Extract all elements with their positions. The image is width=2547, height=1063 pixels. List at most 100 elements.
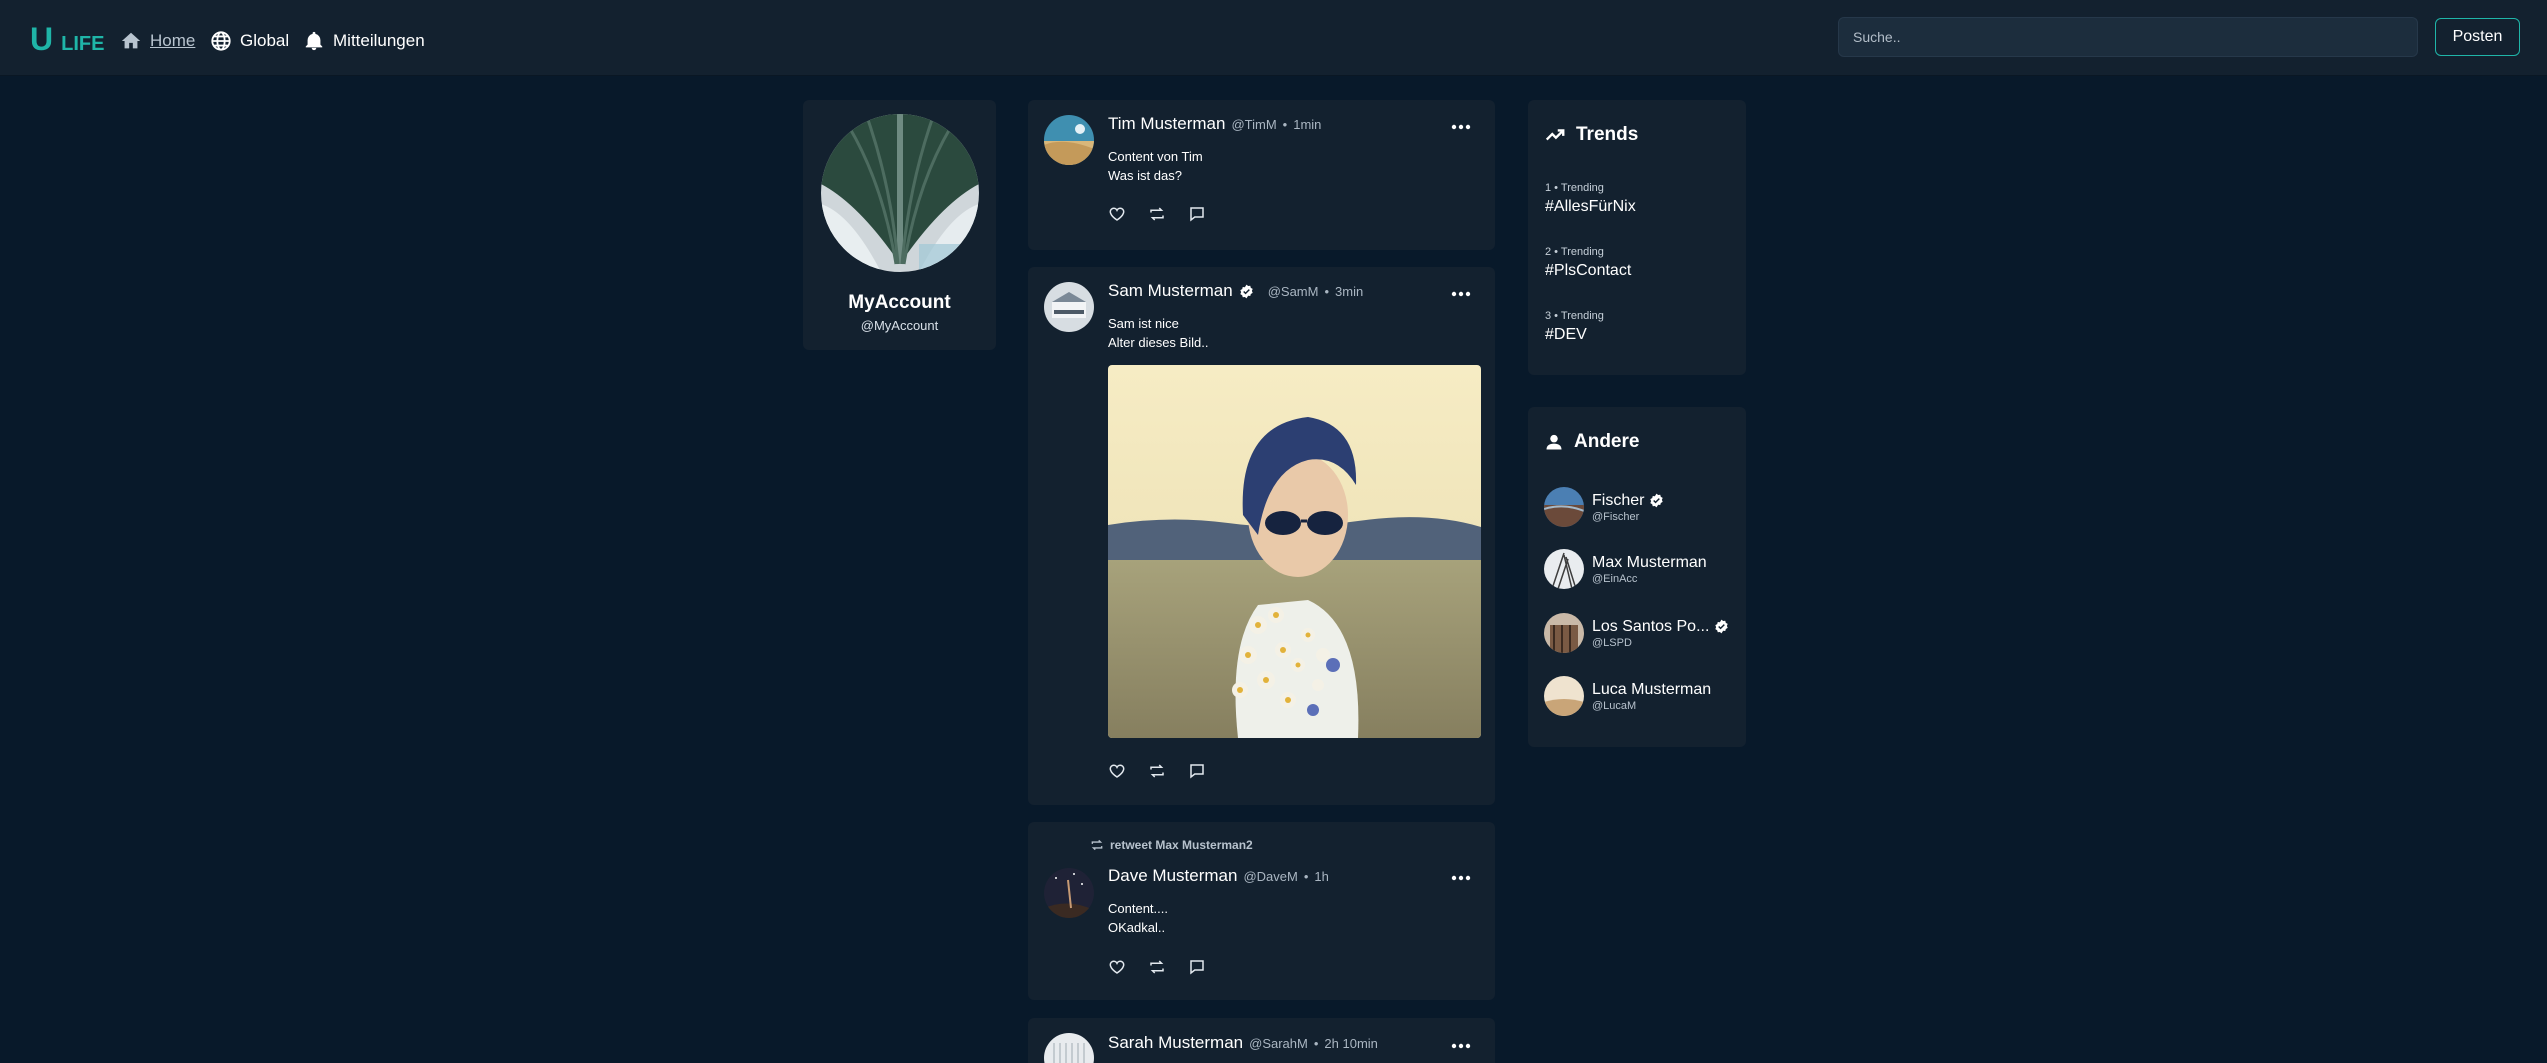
nav-notifications-label: Mitteilungen [333, 31, 425, 50]
trend-item[interactable]: 2 • Trending #PlsContact [1545, 246, 1631, 280]
logo-life: LIFE [61, 33, 105, 55]
verified-badge-icon [1649, 493, 1664, 508]
user-name: Los Santos Po... [1592, 617, 1710, 635]
home-icon [120, 30, 142, 52]
person-icon [1544, 432, 1564, 452]
separator-dot: • [1313, 1035, 1319, 1051]
retweet-label[interactable]: retweet Max Musterman2 [1110, 838, 1253, 852]
app-logo[interactable]: U LIFE [30, 22, 104, 56]
trend-item[interactable]: 3 • Trending #DEV [1545, 310, 1604, 344]
trend-tag: #DEV [1545, 326, 1587, 343]
comment-icon[interactable] [1188, 205, 1206, 223]
verified-badge-icon [1714, 619, 1729, 634]
trend-meta: 1 • Trending [1545, 182, 1604, 194]
post-author[interactable]: Tim Musterman [1108, 114, 1225, 134]
search-input[interactable] [1838, 17, 2418, 57]
top-navbar: U LIFE Home Global Mitteilungen Posten [0, 0, 2547, 76]
post-author[interactable]: Sarah Musterman [1108, 1033, 1243, 1053]
user-avatar [1544, 549, 1584, 589]
post-time: 2h 10min [1324, 1035, 1378, 1051]
comment-icon[interactable] [1188, 958, 1206, 976]
post-content: Sam ist nice Alter dieses Bild.. [1108, 314, 1208, 352]
nav-home[interactable]: Home [120, 28, 195, 54]
trends-card: Trends 1 • Trending #AllesFürNix 2 • Tre… [1528, 100, 1746, 375]
nav-home-label: Home [150, 31, 196, 50]
profile-avatar[interactable] [821, 114, 979, 272]
more-options-icon[interactable] [1449, 1039, 1473, 1053]
more-options-icon[interactable] [1449, 871, 1473, 885]
user-handle: @LucaM [1592, 699, 1637, 712]
post-time: 3min [1335, 283, 1364, 299]
separator-dot: • [1282, 116, 1288, 132]
profile-handle: @MyAccount [860, 318, 939, 333]
post-line: OKadkal.. [1108, 920, 1166, 935]
user-handle: @Fischer [1592, 510, 1640, 523]
post-content: Content.... OKadkal.. [1108, 899, 1168, 937]
post-avatar[interactable] [1044, 282, 1094, 332]
retweet-icon[interactable] [1148, 958, 1166, 976]
trend-item[interactable]: 1 • Trending #AllesFürNix [1545, 182, 1636, 216]
post-author[interactable]: Dave Musterman [1108, 866, 1237, 886]
others-title-label: Andere [1574, 431, 1640, 452]
post-header: Sam Musterman @SamM • 3min [1108, 281, 1363, 301]
user-name: Fischer [1592, 491, 1645, 509]
post-header: Tim Musterman @TimM • 1min [1108, 114, 1321, 134]
retweet-icon [1090, 838, 1104, 852]
post-content: Content von Tim Was ist das? [1108, 147, 1203, 185]
trend-tag: #PlsContact [1545, 262, 1632, 279]
profile-name[interactable]: MyAccount [803, 292, 996, 314]
user-handle: @LSPD [1592, 636, 1632, 649]
post-line: Alter dieses Bild.. [1108, 335, 1209, 350]
trend-tag: #AllesFürNix [1545, 198, 1636, 215]
post-avatar[interactable] [1044, 1033, 1094, 1063]
post-line: Content von Tim [1108, 149, 1203, 164]
user-avatar [1544, 676, 1584, 716]
user-name: Luca Musterman [1592, 680, 1712, 698]
user-name: Max Musterman [1592, 553, 1707, 571]
post-card: retweet Max Musterman2 Dave Musterman @D… [1028, 822, 1495, 1000]
like-icon[interactable] [1108, 958, 1126, 976]
retweet-icon[interactable] [1148, 205, 1166, 223]
trend-meta: 2 • Trending [1545, 246, 1604, 258]
nav-global-label: Global [240, 31, 290, 50]
separator-dot: • [1303, 868, 1309, 884]
post-time: 1h [1314, 868, 1329, 884]
post-line: Content.... [1108, 901, 1168, 916]
nav-notifications[interactable]: Mitteilungen [303, 28, 425, 54]
globe-icon [210, 30, 232, 52]
user-row[interactable]: Max Musterman @EinAcc [1544, 549, 1707, 589]
post-handle: @SamM [1267, 283, 1319, 299]
post-time: 1min [1293, 116, 1322, 132]
like-icon[interactable] [1108, 762, 1126, 780]
nav-global[interactable]: Global [210, 28, 289, 54]
post-line: Was ist das? [1108, 168, 1182, 183]
post-card: Sam Musterman @SamM • 3min Sam ist nice … [1028, 267, 1495, 805]
logo-u: U [30, 21, 54, 57]
user-avatar [1544, 613, 1584, 653]
post-handle: @SarahM [1249, 1035, 1308, 1051]
post-actions [1108, 762, 1206, 780]
post-handle: @DaveM [1243, 868, 1298, 884]
user-row[interactable]: Fischer @Fischer [1544, 487, 1664, 527]
post-author[interactable]: Sam Musterman [1108, 281, 1233, 301]
more-options-icon[interactable] [1449, 120, 1473, 134]
trends-title: Trends [1544, 124, 1638, 146]
more-options-icon[interactable] [1449, 287, 1473, 301]
user-row[interactable]: Los Santos Po... @LSPD [1544, 613, 1729, 653]
user-avatar [1544, 487, 1584, 527]
retweet-icon[interactable] [1148, 762, 1166, 780]
post-button[interactable]: Posten [2435, 18, 2520, 56]
user-row[interactable]: Luca Musterman @LucaM [1544, 676, 1711, 716]
like-icon[interactable] [1108, 205, 1126, 223]
post-header: Dave Musterman @DaveM • 1h [1108, 866, 1329, 886]
post-avatar[interactable] [1044, 868, 1094, 918]
comment-icon[interactable] [1188, 762, 1206, 780]
retweet-note: retweet Max Musterman2 [1090, 838, 1253, 852]
trending-up-icon [1544, 124, 1566, 146]
post-image[interactable] [1108, 365, 1481, 738]
bell-icon [303, 30, 325, 52]
trends-title-label: Trends [1576, 124, 1639, 145]
post-avatar[interactable] [1044, 115, 1094, 165]
post-actions [1108, 958, 1206, 976]
post-line: Sam ist nice [1108, 316, 1179, 331]
